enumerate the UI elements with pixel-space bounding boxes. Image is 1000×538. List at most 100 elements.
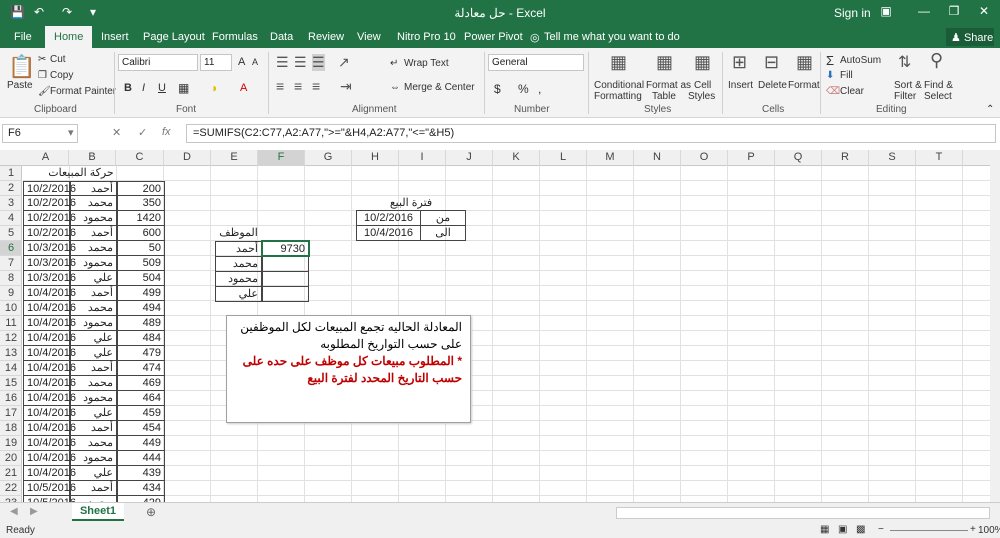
column-header[interactable]: R: [822, 150, 869, 166]
employee-name-cell[interactable]: محمود: [215, 271, 262, 287]
conditional-formatting-button[interactable]: Conditional: [594, 80, 644, 91]
cancel-icon[interactable]: ✕: [112, 126, 121, 139]
sort-filter-icon[interactable]: ⇅: [898, 52, 911, 72]
row-header[interactable]: 9: [0, 286, 22, 301]
amount-cell[interactable]: 489: [117, 316, 165, 331]
column-header[interactable]: F: [258, 150, 305, 166]
period-to-cell[interactable]: 10/4/2016: [356, 225, 421, 241]
column-header[interactable]: M: [587, 150, 634, 166]
format-painter-icon[interactable]: 🖌: [38, 86, 51, 97]
row-header[interactable]: 17: [0, 406, 22, 421]
page-layout-view-icon[interactable]: ▣: [838, 524, 847, 535]
amount-cell[interactable]: 479: [117, 346, 165, 361]
amount-cell[interactable]: 50: [117, 241, 165, 256]
date-cell[interactable]: 10/4/2016: [23, 421, 76, 436]
name-cell[interactable]: أحمد: [70, 361, 117, 376]
date-cell[interactable]: 10/2/2016: [23, 196, 76, 211]
row-header[interactable]: 14: [0, 361, 22, 376]
tab-data[interactable]: Data: [270, 31, 293, 43]
amount-cell[interactable]: 509: [117, 256, 165, 271]
worksheet-grid[interactable]: حركة المبيعات 10/2/2016 أحمد 200 10/2/2016 م…: [23, 166, 990, 502]
column-header[interactable]: C: [116, 150, 164, 166]
date-cell[interactable]: 10/5/2016: [23, 481, 76, 496]
row-header[interactable]: 11: [0, 316, 22, 331]
amount-cell[interactable]: 504: [117, 271, 165, 286]
wrap-text-icon[interactable]: ↵: [390, 58, 398, 69]
borders-icon[interactable]: ▦: [178, 81, 189, 95]
employee-total-cell[interactable]: [262, 256, 309, 272]
find-select-button[interactable]: Find &: [924, 80, 953, 91]
prev-sheet-icon[interactable]: ◀: [10, 506, 18, 517]
name-cell[interactable]: أحمد: [70, 286, 117, 301]
close-icon[interactable]: ✕: [974, 4, 994, 18]
name-cell[interactable]: علي: [70, 346, 117, 361]
shrink-font-button[interactable]: A: [252, 57, 258, 67]
tell-me-search[interactable]: Tell me what you want to do: [544, 31, 680, 43]
row-header[interactable]: 18: [0, 421, 22, 436]
underline-button[interactable]: U: [158, 82, 166, 94]
date-cell[interactable]: 10/4/2016: [23, 466, 76, 481]
date-cell[interactable]: 10/4/2016: [23, 331, 76, 346]
row-header[interactable]: 16: [0, 391, 22, 406]
zoom-slider[interactable]: [890, 530, 968, 531]
employee-name-cell[interactable]: محمد: [215, 256, 262, 272]
align-center-icon[interactable]: ≡: [294, 78, 302, 94]
tab-formulas[interactable]: Formulas: [212, 31, 258, 43]
clear-button[interactable]: Clear: [840, 86, 864, 97]
cell-styles-button[interactable]: Cell: [694, 80, 711, 91]
fill-button[interactable]: Fill: [840, 70, 853, 81]
date-cell[interactable]: 10/4/2016: [23, 301, 76, 316]
comment-note[interactable]: المعادلة الحاليه تجمع المبيعات لكل الموظ…: [226, 315, 471, 423]
middle-align-icon[interactable]: ☰: [294, 54, 307, 71]
tab-view[interactable]: View: [357, 31, 381, 43]
date-cell[interactable]: 10/2/2016: [23, 181, 76, 196]
name-cell[interactable]: أحمد: [70, 181, 117, 196]
column-header[interactable]: I: [399, 150, 446, 166]
column-header[interactable]: S: [869, 150, 916, 166]
row-header[interactable]: 20: [0, 451, 22, 466]
cell-styles-icon[interactable]: ▦: [694, 52, 711, 73]
paste-icon[interactable]: 📋: [8, 54, 35, 80]
row-header[interactable]: 3: [0, 196, 22, 211]
orientation-icon[interactable]: ↗: [338, 54, 350, 71]
column-header[interactable]: E: [211, 150, 258, 166]
row-header[interactable]: 10: [0, 301, 22, 316]
amount-cell[interactable]: 600: [117, 226, 165, 241]
amount-cell[interactable]: 454: [117, 421, 165, 436]
indent-icon[interactable]: ⇥: [340, 78, 352, 95]
name-cell[interactable]: محمود: [70, 256, 117, 271]
amount-cell[interactable]: 434: [117, 481, 165, 496]
name-cell[interactable]: محمد: [70, 241, 117, 256]
grow-font-button[interactable]: A: [238, 56, 245, 68]
sheet-title-cell[interactable]: حركة المبيعات: [23, 166, 139, 181]
row-header[interactable]: 2: [0, 181, 22, 196]
name-cell[interactable]: محمد: [70, 436, 117, 451]
tab-nitro[interactable]: Nitro Pro 10: [397, 31, 456, 43]
column-header[interactable]: A: [23, 150, 69, 166]
column-header[interactable]: N: [634, 150, 681, 166]
row-header[interactable]: 15: [0, 376, 22, 391]
amount-cell[interactable]: 200: [117, 181, 165, 196]
delete-cells-icon[interactable]: ⊟: [764, 52, 779, 73]
column-header[interactable]: J: [446, 150, 493, 166]
copy-button[interactable]: Copy: [50, 70, 73, 81]
row-header[interactable]: 22: [0, 481, 22, 496]
column-header[interactable]: K: [493, 150, 540, 166]
column-header[interactable]: D: [164, 150, 211, 166]
row-header[interactable]: 5: [0, 226, 22, 241]
font-size-select[interactable]: 11: [200, 54, 232, 71]
row-header[interactable]: 4: [0, 211, 22, 226]
number-format-select[interactable]: General: [488, 54, 584, 71]
row-header[interactable]: 1: [0, 166, 22, 181]
amount-cell[interactable]: 449: [117, 436, 165, 451]
employee-total-cell[interactable]: [262, 286, 309, 302]
name-cell[interactable]: أحمد: [70, 481, 117, 496]
find-select-icon[interactable]: ⚲: [930, 50, 943, 71]
enter-icon[interactable]: ✓: [138, 126, 147, 139]
collapse-ribbon-icon[interactable]: ⌃: [986, 104, 994, 115]
zoom-in-icon[interactable]: +: [970, 524, 976, 535]
tab-home[interactable]: Home: [45, 26, 93, 48]
minimize-icon[interactable]: —: [914, 4, 934, 18]
copy-icon[interactable]: ❐: [38, 70, 47, 81]
sign-in-link[interactable]: Sign in: [834, 6, 871, 20]
